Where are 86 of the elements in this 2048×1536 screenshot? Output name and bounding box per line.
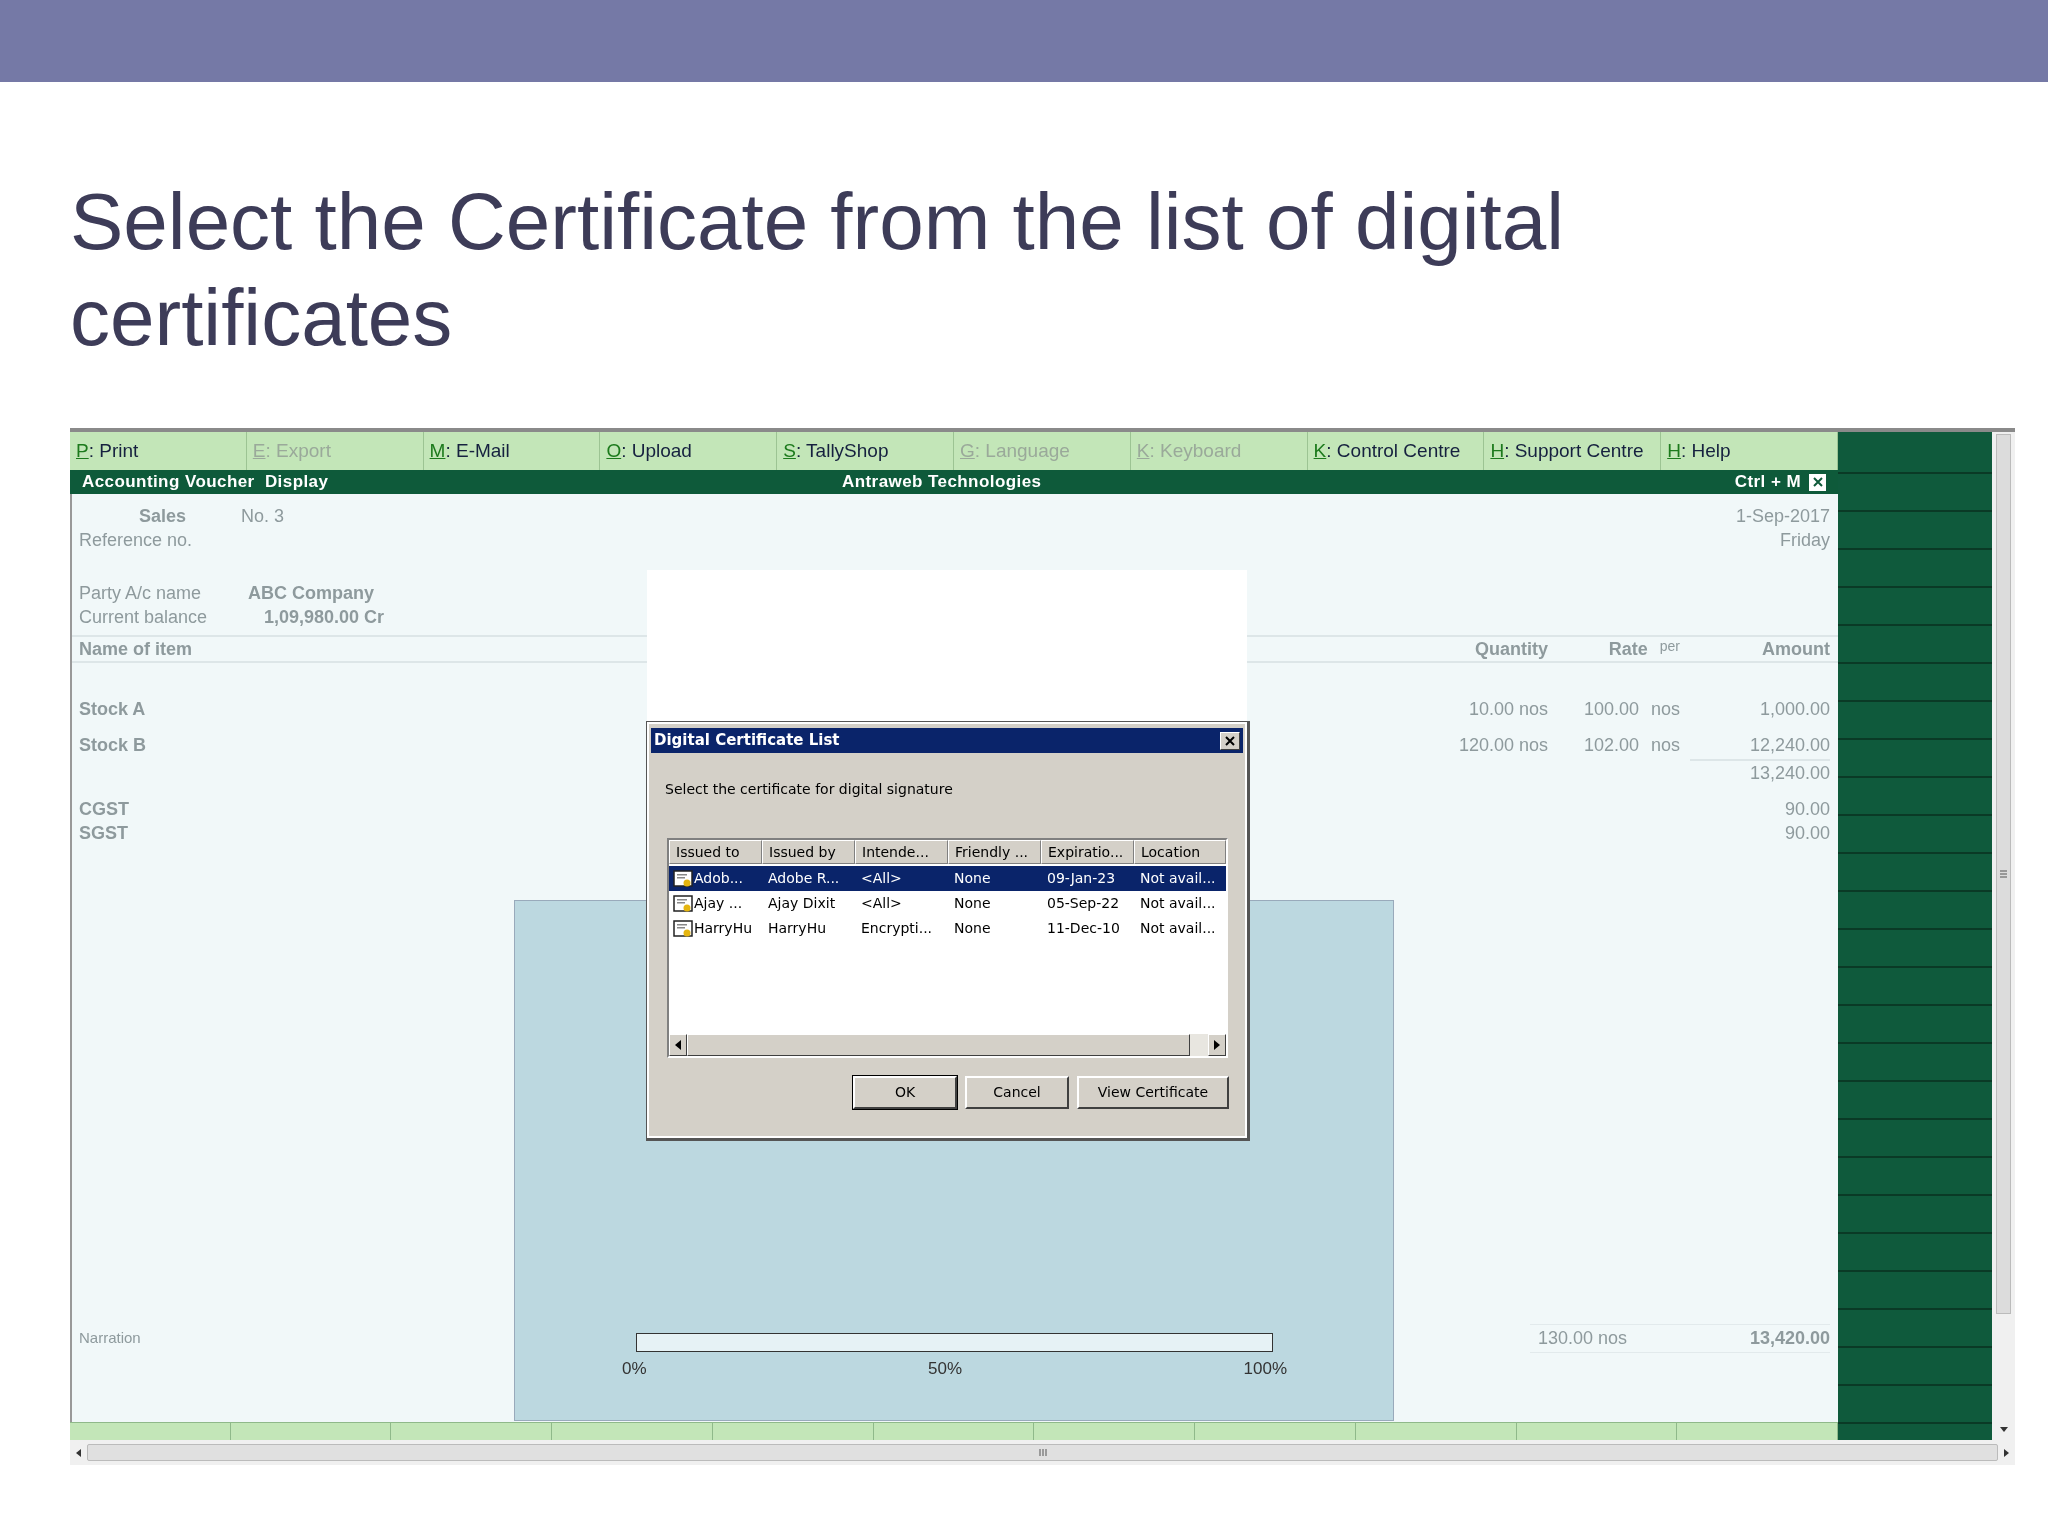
- dialog-button[interactable]: View Certificate: [1077, 1076, 1229, 1109]
- field-label: Party A/c name: [79, 582, 202, 603]
- table-cell-text: <All>: [861, 894, 902, 913]
- balance-value: 1,09,980.00 Cr: [264, 605, 385, 629]
- table-cell-text: nos: [1650, 733, 1680, 757]
- table-cell-text: 100.00: [1583, 697, 1639, 721]
- item-name: Stock B: [79, 734, 147, 755]
- tax-name: CGST: [79, 797, 129, 821]
- voucher-type: Sales: [139, 504, 187, 528]
- dialog-button[interactable]: Cancel: [965, 1076, 1069, 1109]
- total-amount: 13,420.00: [1749, 1326, 1830, 1350]
- progress-tick-label: 50%: [928, 1358, 963, 1380]
- table-cell: 1,000.00: [1759, 698, 1830, 719]
- column-header: Rate: [1608, 637, 1648, 661]
- tax-name: SGST: [79, 821, 128, 845]
- table-cell: 12,240.00: [1749, 734, 1830, 755]
- slide-title: Select the Certificate from the list of digital certificates: [70, 176, 1565, 364]
- horizontal-scrollbar[interactable]: [70, 1440, 2015, 1465]
- table-cell-text: Not avail...: [1140, 894, 1216, 913]
- instruction-text: Select the certificate for digital signature: [665, 780, 954, 799]
- column-header[interactable]: Location: [1134, 840, 1226, 864]
- table-cell-text: Ajay ...: [694, 894, 743, 913]
- column-header: per: [1659, 636, 1680, 656]
- close-icon: [1225, 735, 1235, 746]
- certificate-icon: [673, 919, 693, 938]
- field-label: Current balance: [79, 606, 208, 627]
- close-button[interactable]: [1220, 731, 1240, 750]
- table-cell-text: 102.00: [1583, 733, 1639, 757]
- table-cell-text: 09-Jan-23: [1047, 869, 1116, 888]
- column-header[interactable]: Friendly ...: [948, 840, 1041, 864]
- horizontal-scrollbar[interactable]: [669, 1034, 1226, 1056]
- table-cell: 120.00 nos: [1458, 734, 1548, 755]
- table-cell-text: None: [954, 894, 991, 913]
- column-header: Name of item: [79, 638, 193, 659]
- progress-tick-label: 100%: [1243, 1358, 1287, 1380]
- close-icon: [1812, 477, 1823, 487]
- table-cell: 10.00 nos: [1468, 698, 1548, 719]
- table-cell-text: Not avail...: [1140, 869, 1216, 888]
- table-cell-text: nos: [1650, 697, 1680, 721]
- voucher-date: 1-Sep-2017: [1735, 504, 1830, 528]
- certificate-row[interactable]: Adob... Adobe R... <All> None 09-Jan-23 Not avail...: [669, 866, 1226, 891]
- certificate-icon: [673, 894, 693, 913]
- table-cell-text: None: [954, 869, 991, 888]
- table-cell-text: HarryHu: [768, 919, 827, 938]
- table-cell-text: Adob...: [694, 869, 744, 888]
- table-cell-text: 11-Dec-10: [1047, 919, 1120, 938]
- column-header: Amount: [1762, 638, 1830, 659]
- dialog-title: Digital Certificate List: [654, 730, 841, 752]
- screen-title: Accounting Voucher Display: [82, 471, 330, 494]
- grip-icon: [1038, 1449, 1047, 1456]
- item-name: Stock A: [79, 698, 146, 719]
- column-header[interactable]: Intende...: [855, 840, 948, 864]
- right-arrow-icon: [1214, 1040, 1220, 1050]
- dialog-button[interactable]: OK: [853, 1076, 957, 1109]
- voucher-day: Friday: [1780, 526, 1830, 554]
- voucher-number: No. 3: [241, 504, 285, 528]
- certificate-icon: [673, 869, 693, 888]
- subtotal-value: 13,240.00: [1749, 761, 1830, 785]
- vertical-scrollbar[interactable]: [1992, 432, 2015, 1440]
- table-cell-text: HarryHu: [694, 919, 753, 938]
- table-cell-text: Not avail...: [1140, 919, 1216, 938]
- table-cell-text: <All>: [861, 869, 902, 888]
- field-label: Narration: [79, 1327, 141, 1348]
- column-header[interactable]: Issued to: [669, 840, 762, 864]
- progress-tick-label: 0%: [622, 1358, 647, 1380]
- table-cell-text: 90.00: [1784, 797, 1830, 821]
- left-arrow-icon: [76, 1448, 81, 1457]
- grip-icon: [2000, 870, 2007, 878]
- table-cell-text: 90.00: [1784, 821, 1830, 845]
- right-arrow-icon: [2004, 1448, 2009, 1457]
- table-cell-text: Adobe R...: [768, 869, 840, 888]
- table-cell-text: Encrypti...: [861, 919, 933, 938]
- column-header[interactable]: Expiratio...: [1041, 840, 1134, 864]
- left-arrow-icon: [675, 1040, 681, 1050]
- table-cell-text: None: [954, 919, 991, 938]
- column-header: Quantity: [1475, 638, 1548, 659]
- table-cell-text: 05-Sep-22: [1047, 894, 1120, 913]
- field-label: Reference no.: [79, 528, 193, 552]
- company-name: Antraweb Technologies: [842, 471, 1043, 494]
- close-button[interactable]: [1809, 473, 1826, 491]
- column-header[interactable]: Issued by: [762, 840, 855, 864]
- down-arrow-icon: [1999, 1427, 2008, 1432]
- shortcut-label: Ctrl + M: [1734, 471, 1801, 494]
- table-cell-text: Ajay Dixit: [768, 894, 836, 913]
- total-quantity: 130.00 nos: [1537, 1326, 1628, 1350]
- party-name: ABC Company: [248, 581, 374, 605]
